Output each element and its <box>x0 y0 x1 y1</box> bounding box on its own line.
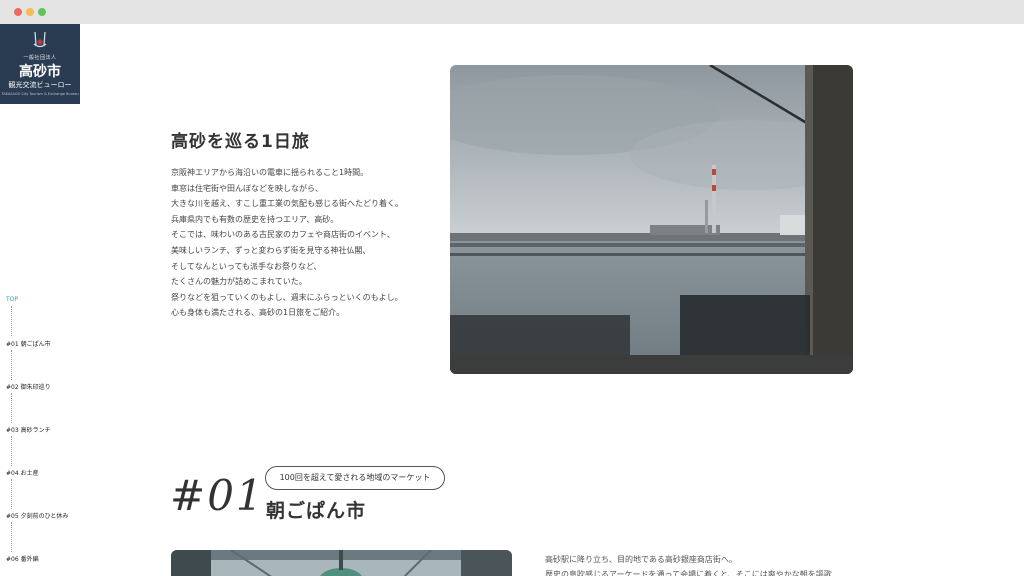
nav-divider <box>11 306 12 336</box>
maximize-window-dot-icon[interactable] <box>38 8 46 16</box>
nav-item-03[interactable]: #03 高砂ランチ <box>6 425 51 434</box>
hero-text-line: 車窓は住宅街や田んぼなどを映しながら、 <box>171 183 323 193</box>
nav-item-04[interactable]: #04 お土産 <box>6 468 39 477</box>
hero-text-line: 大きな川を越え、すこし重工業の気配も感じる街へたどり着く。 <box>171 199 403 209</box>
nav-item-02[interactable]: #02 御朱印巡り <box>6 382 51 391</box>
hero-text-line: 兵庫県内でも有数の歴史を持つエリア、高砂。 <box>171 214 339 224</box>
crest-icon <box>33 31 47 48</box>
logo-bureau: 観光交流ビューロー <box>8 81 72 89</box>
hero-text-line: 京阪神エリアから海沿いの電車に揺られること1時間。 <box>171 168 369 177</box>
section-number: #01 <box>170 471 265 520</box>
logo-org: 一般社団法人 <box>23 55 57 61</box>
section-title: 朝ごぱん市 <box>266 500 367 522</box>
minimize-window-dot-icon[interactable] <box>26 8 34 16</box>
nav-item-05[interactable]: #05 夕刻前のひと休み <box>6 511 68 520</box>
hero-title: 高砂を巡る1日旅 <box>171 132 310 152</box>
hero-text-line: たくさんの魅力が詰めこまれていた。 <box>171 277 307 287</box>
hero-text-line: そこでは、味わいのある古民家のカフェや商店街のイベント、 <box>171 230 395 240</box>
page-content: 一般社団法人 高砂市 観光交流ビューロー TAKASAGO City Touri… <box>0 24 1024 576</box>
nav-item-01[interactable]: #01 朝ごぱん市 <box>6 339 51 348</box>
section-description: 高砂駅に降り立ち、目的地である高砂銀座商店街へ。 歴史の息吹感じるアーケードを通… <box>545 552 832 576</box>
nav-divider <box>11 350 12 380</box>
nav-divider <box>11 436 12 466</box>
hero-text-line: そしてなんといっても派手なお祭りなど、 <box>171 261 322 271</box>
logo-tagline: TAKASAGO City Tourism & Exchange Bureau <box>1 92 79 96</box>
nav-divider <box>11 393 12 423</box>
section-text-line: 高砂駅に降り立ち、目的地である高砂銀座商店街へ。 <box>545 555 737 564</box>
nav-item-06[interactable]: #06 番外編 <box>6 554 39 563</box>
section-photo-arcade <box>171 550 512 576</box>
close-window-dot-icon[interactable] <box>14 8 22 16</box>
hero-text-line: 美味しいランチ、ずっと変わらず街を見守る神社仏閣、 <box>171 245 371 255</box>
hero-description: 京阪神エリアから海沿いの電車に揺られること1時間。 車窓は住宅街や田んぼなどを映… <box>171 165 441 321</box>
section-text-line: 歴史の息吹感じるアーケードを通って会場に着くと、そこには爽やかな朝を謳歌 <box>545 570 832 576</box>
site-logo[interactable]: 一般社団法人 高砂市 観光交流ビューロー TAKASAGO City Touri… <box>0 24 80 104</box>
hero-text-line: 祭りなどを狙っていくのもよし、週末にふらっといくのもよし。 <box>171 292 403 302</box>
browser-title-bar <box>0 0 1024 24</box>
hero-text-line: 心も身体も満たされる、高砂の1日旅をご紹介。 <box>171 308 345 318</box>
nav-divider <box>11 522 12 552</box>
hero-photo-train-window <box>450 65 853 374</box>
nav-top-link[interactable]: TOP <box>6 296 18 303</box>
logo-city: 高砂市 <box>19 64 61 80</box>
nav-divider <box>11 479 12 509</box>
section-tagline-badge: 100回を超えて愛される地域のマーケット <box>265 466 445 490</box>
